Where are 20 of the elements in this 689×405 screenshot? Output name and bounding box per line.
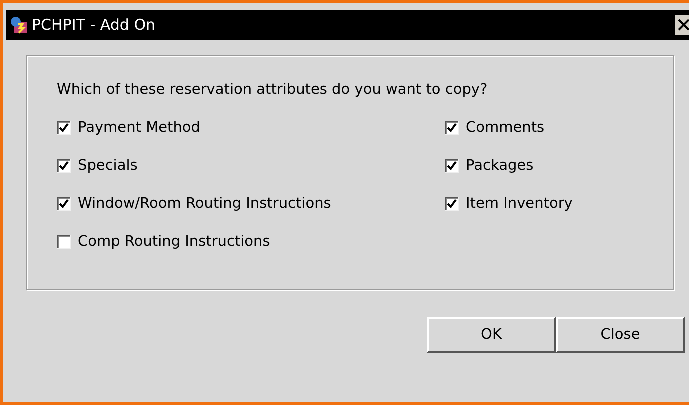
checkbox-label[interactable]: Comp Routing Instructions (78, 234, 270, 250)
dialog-button[interactable]: OK (427, 317, 556, 353)
checkbox[interactable] (445, 197, 459, 211)
window-title: PCHPIT - Add On (32, 16, 157, 34)
checkbox[interactable] (445, 159, 459, 173)
checkbox-label[interactable]: Packages (466, 158, 534, 174)
checkbox[interactable] (57, 235, 71, 249)
checkbox-label[interactable]: Item Inventory (466, 196, 573, 212)
dialog-button[interactable]: Close (556, 317, 685, 353)
checkbox[interactable] (57, 159, 71, 173)
checkbox-label[interactable]: Comments (466, 120, 545, 136)
checkbox[interactable] (57, 197, 71, 211)
checkbox[interactable] (57, 121, 71, 135)
checkbox-label[interactable]: Payment Method (78, 120, 200, 136)
checkbox[interactable] (445, 121, 459, 135)
checkbox-label[interactable]: Window/Room Routing Instructions (78, 196, 332, 212)
checkbox-label[interactable]: Specials (78, 158, 138, 174)
app-icon (10, 16, 28, 34)
close-icon[interactable] (675, 15, 689, 35)
prompt-text: Which of these reservation attributes do you want to copy? (57, 82, 489, 98)
